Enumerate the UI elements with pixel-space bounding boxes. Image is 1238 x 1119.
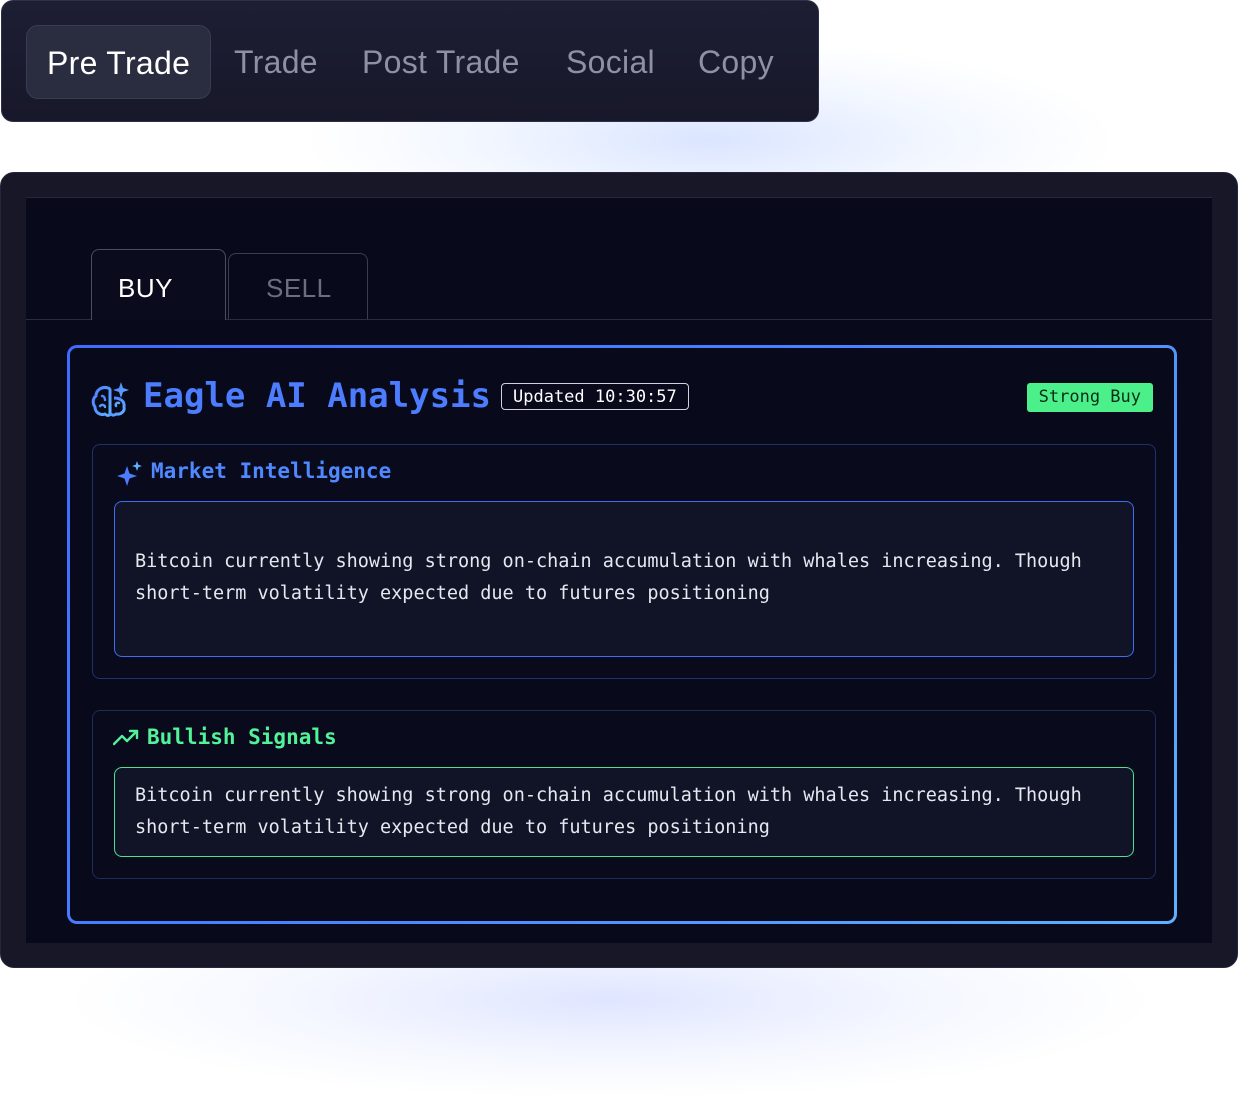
bullish-signals-section: Bullish Signals Bitcoin currently showin…	[92, 710, 1156, 879]
sparkle-icon	[117, 461, 142, 486]
nav-item-copy[interactable]: Copy	[698, 25, 774, 99]
brain-sparkle-icon	[91, 382, 129, 417]
top-nav: Pre Trade Trade Post Trade Social Copy	[1, 0, 819, 122]
nav-item-post-trade[interactable]: Post Trade	[362, 25, 520, 99]
nav-item-pre-trade[interactable]: Pre Trade	[26, 25, 212, 99]
nav-item-trade[interactable]: Trade	[234, 25, 318, 99]
main-window: BUY SELL Eagle AI Analysis Updated 10:30…	[0, 172, 1238, 968]
bullish-signals-text: Bitcoin currently showing strong on-chai…	[114, 767, 1134, 857]
bullish-signals-title: Bullish Signals	[147, 725, 337, 749]
market-intelligence-title: Market Intelligence	[151, 459, 392, 483]
signal-badge: Strong Buy	[1026, 383, 1153, 412]
tab-buy[interactable]: BUY	[91, 249, 226, 320]
tab-sell[interactable]: SELL	[228, 253, 368, 319]
content-area: BUY SELL Eagle AI Analysis Updated 10:30…	[26, 197, 1212, 943]
nav-item-social[interactable]: Social	[566, 25, 655, 99]
trending-up-icon	[113, 729, 139, 746]
eagle-ai-analysis-panel: Eagle AI Analysis Updated 10:30:57 Stron…	[67, 345, 1177, 924]
market-intelligence-text: Bitcoin currently showing strong on-chai…	[114, 501, 1134, 657]
market-intelligence-section: Market Intelligence Bitcoin currently sh…	[92, 444, 1156, 679]
panel-title: Eagle AI Analysis	[143, 376, 491, 416]
updated-badge: Updated 10:30:57	[501, 383, 689, 410]
